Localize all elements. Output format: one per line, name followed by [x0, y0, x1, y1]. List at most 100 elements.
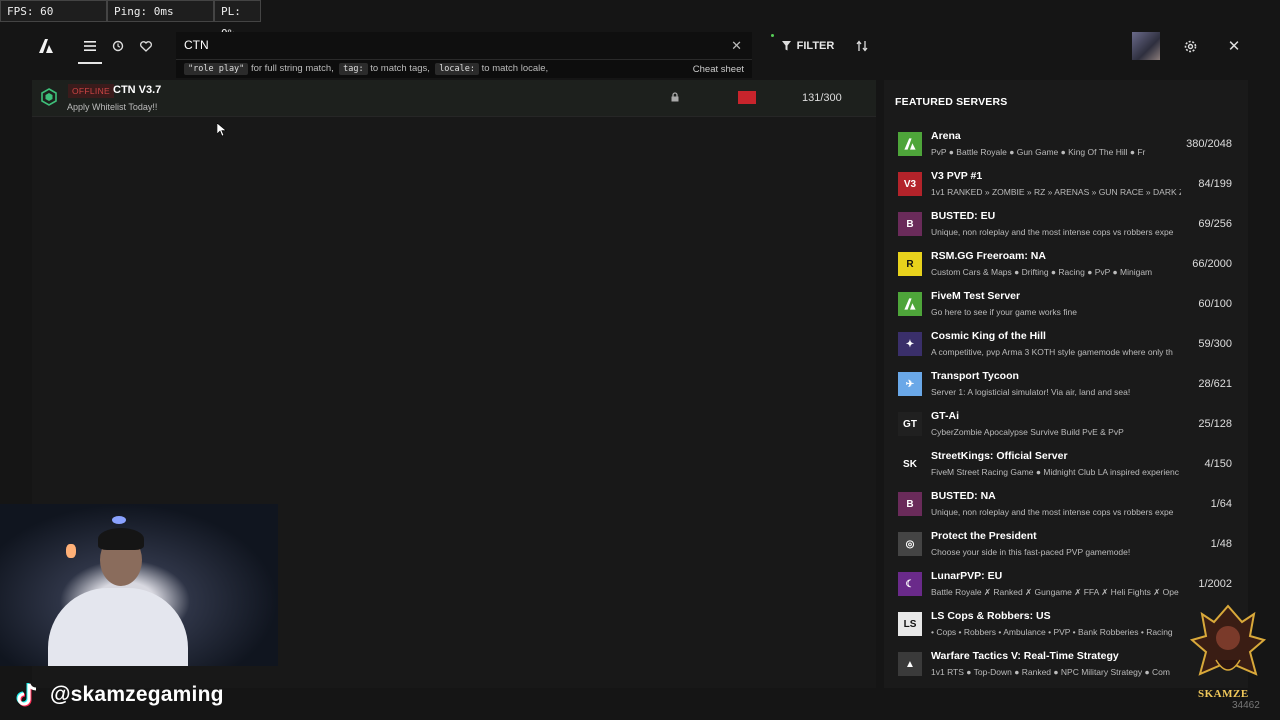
featured-player-count: 84/199 — [1198, 178, 1232, 190]
close-window-icon[interactable]: ✕ — [1224, 36, 1244, 56]
streamer-handle: @skamzegaming — [12, 678, 224, 712]
sort-arrows-icon — [856, 40, 868, 52]
hint-text-full-match: for full string match, — [250, 63, 334, 74]
active-tab-indicator — [78, 62, 102, 64]
featured-server-name: LS Cops & Robbers: US — [931, 610, 1051, 622]
featured-server-item[interactable]: ◎ Protect the President Choose your side i… — [898, 530, 1238, 566]
cheat-sheet-link[interactable]: Cheat sheet — [693, 64, 744, 75]
fivem-logo-icon[interactable] — [36, 36, 56, 56]
featured-server-name: Cosmic King of the Hill — [931, 330, 1046, 342]
featured-player-count: 60/100 — [1198, 298, 1232, 310]
rsm-icon: R — [898, 252, 922, 276]
settings-gear-icon[interactable] — [1180, 36, 1200, 56]
featured-server-description: CyberZombie Apocalypse Survive Build PvE… — [931, 427, 1124, 437]
featured-server-item[interactable]: ✦ Cosmic King of the Hill A competitive, p… — [898, 330, 1238, 366]
favorites-heart-icon[interactable] — [136, 36, 156, 56]
search-input[interactable] — [184, 38, 704, 52]
featured-server-item[interactable]: FiveM Test Server Go here to see if your … — [898, 290, 1238, 326]
featured-server-description: PvP ● Battle Royale ● Gun Game ● King Of… — [931, 147, 1146, 157]
clear-search-icon[interactable]: ✕ — [731, 38, 742, 54]
filter-button[interactable]: FILTER — [772, 32, 844, 60]
featured-player-count: 4/150 — [1204, 458, 1232, 470]
featured-server-item[interactable]: GT GT-Ai CyberZombie Apocalypse Survive Bu… — [898, 410, 1238, 446]
fps-readout: FPS: 60 — [0, 0, 107, 22]
president-icon: ◎ — [898, 532, 922, 556]
build-version: 34462 — [1232, 700, 1260, 711]
featured-server-description: • Cops • Robbers • Ambulance • PVP • Ban… — [931, 627, 1173, 637]
lscr-icon: LS — [898, 612, 922, 636]
hint-code-role-play: "role play" — [184, 63, 249, 75]
featured-server-description: 1v1 RANKED » ZOMBIE » RZ » ARENAS » GUN … — [931, 187, 1181, 197]
featured-server-item[interactable]: B BUSTED: NA Unique, non roleplay and the … — [898, 490, 1238, 526]
hint-code-locale: locale: — [435, 63, 480, 75]
v3-icon: V3 — [898, 172, 922, 196]
featured-server-description: 1v1 RTS ● Top-Down ● Ranked ● NPC Milita… — [931, 667, 1170, 677]
featured-server-name: StreetKings: Official Server — [931, 450, 1068, 462]
hint-text-locale: to match locale, — [481, 63, 549, 74]
wolf-warrior-emblem-icon — [1189, 604, 1267, 676]
featured-server-description: A competitive, pvp Arma 3 KOTH style gam… — [931, 347, 1173, 357]
featured-player-count: 1/48 — [1210, 538, 1232, 550]
featured-server-description: Choose your side in this fast-paced PVP … — [931, 547, 1131, 557]
tiktok-icon — [16, 683, 37, 707]
server-description: Apply Whitelist Today!! — [67, 102, 158, 112]
perf-stats: FPS: 60 Ping: 0ms PL: 0% — [0, 0, 261, 40]
featured-server-description: Unique, non roleplay and the most intens… — [931, 227, 1174, 237]
fivem-icon — [898, 292, 922, 316]
featured-player-count: 66/2000 — [1192, 258, 1232, 270]
featured-server-description: Unique, non roleplay and the most intens… — [931, 507, 1174, 517]
featured-server-description: Battle Royale ✗ Ranked ✗ Gungame ✗ FFA ✗… — [931, 587, 1179, 597]
featured-server-item[interactable]: ✈ Transport Tycoon Server 1: A logisticial… — [898, 370, 1238, 406]
featured-servers-title: FEATURED SERVERS — [895, 96, 1008, 108]
featured-server-description: Custom Cars & Maps ● Drifting ● Racing ●… — [931, 267, 1153, 277]
lock-icon — [671, 92, 679, 102]
featured-player-count: 25/128 — [1198, 418, 1232, 430]
featured-server-name: LunarPVP: EU — [931, 570, 1003, 582]
featured-server-name: FiveM Test Server — [931, 290, 1021, 302]
history-icon[interactable] — [108, 36, 128, 56]
cosmic-icon: ✦ — [898, 332, 922, 356]
featured-server-name: Protect the President — [931, 530, 1037, 542]
warfare-icon: ▲ — [898, 652, 922, 676]
filter-funnel-icon — [781, 41, 791, 51]
server-name: CTN V3.7 — [113, 84, 162, 96]
streamer-logo-text: SKAMZE — [1198, 688, 1249, 700]
streamer-handle-text: @skamzegaming — [50, 683, 224, 706]
streetkings-icon: SK — [898, 452, 922, 476]
featured-server-description: FiveM Street Racing Game ● Midnight Club… — [931, 467, 1179, 477]
featured-server-item[interactable]: Arena PvP ● Battle Royale ● Gun Game ● Ki… — [898, 130, 1238, 166]
offline-status-badge: OFFLINE — [68, 84, 114, 98]
hint-text-tags: to match tags, — [370, 63, 430, 74]
featured-server-item[interactable]: V3 V3 PVP #1 1v1 RANKED » ZOMBIE » RZ » AR… — [898, 170, 1238, 206]
sort-button[interactable] — [850, 32, 874, 60]
featured-player-count: 28/621 — [1198, 378, 1232, 390]
fivem-icon — [898, 132, 922, 156]
featured-server-description: Go here to see if your game works fine — [931, 307, 1077, 317]
mouse-cursor-icon — [217, 123, 227, 137]
server-list-icon[interactable] — [80, 36, 100, 56]
featured-server-name: Transport Tycoon — [931, 370, 1019, 382]
server-row[interactable]: OFFLINE CTN V3.7 Apply Whitelist Today!!… — [32, 80, 876, 117]
featured-server-item[interactable]: R RSM.GG Freeroam: NA Custom Cars & Maps ●… — [898, 250, 1238, 286]
locale-flag-icon — [738, 91, 756, 104]
featured-server-name: Warfare Tactics V: Real-Time Strategy — [931, 650, 1119, 662]
hint-code-tag: tag: — [339, 63, 368, 75]
search-hint-bar: "role play" for full string match, tag: … — [176, 60, 752, 78]
user-avatar[interactable] — [1132, 32, 1160, 60]
server-search-box[interactable]: ✕ — [176, 32, 752, 60]
streamer-logo: SKAMZE — [1180, 600, 1276, 708]
player-count: 131/300 — [802, 92, 842, 104]
featured-server-item[interactable]: SK StreetKings: Official Server FiveM Stre… — [898, 450, 1238, 486]
transport-icon: ✈ — [898, 372, 922, 396]
lunar-icon: ☾ — [898, 572, 922, 596]
busted-icon: B — [898, 492, 922, 516]
featured-server-name: GT-Ai — [931, 410, 959, 422]
featured-server-description: Server 1: A logisticial simulator! Via a… — [931, 387, 1131, 397]
featured-server-item[interactable]: B BUSTED: EU Unique, non roleplay and the … — [898, 210, 1238, 246]
featured-server-name: BUSTED: NA — [931, 490, 996, 502]
ping-readout: Ping: 0ms — [107, 0, 214, 22]
featured-server-name: V3 PVP #1 — [931, 170, 983, 182]
featured-server-name: BUSTED: EU — [931, 210, 996, 222]
featured-server-name: RSM.GG Freeroam: NA — [931, 250, 1046, 262]
featured-server-name: Arena — [931, 130, 961, 142]
